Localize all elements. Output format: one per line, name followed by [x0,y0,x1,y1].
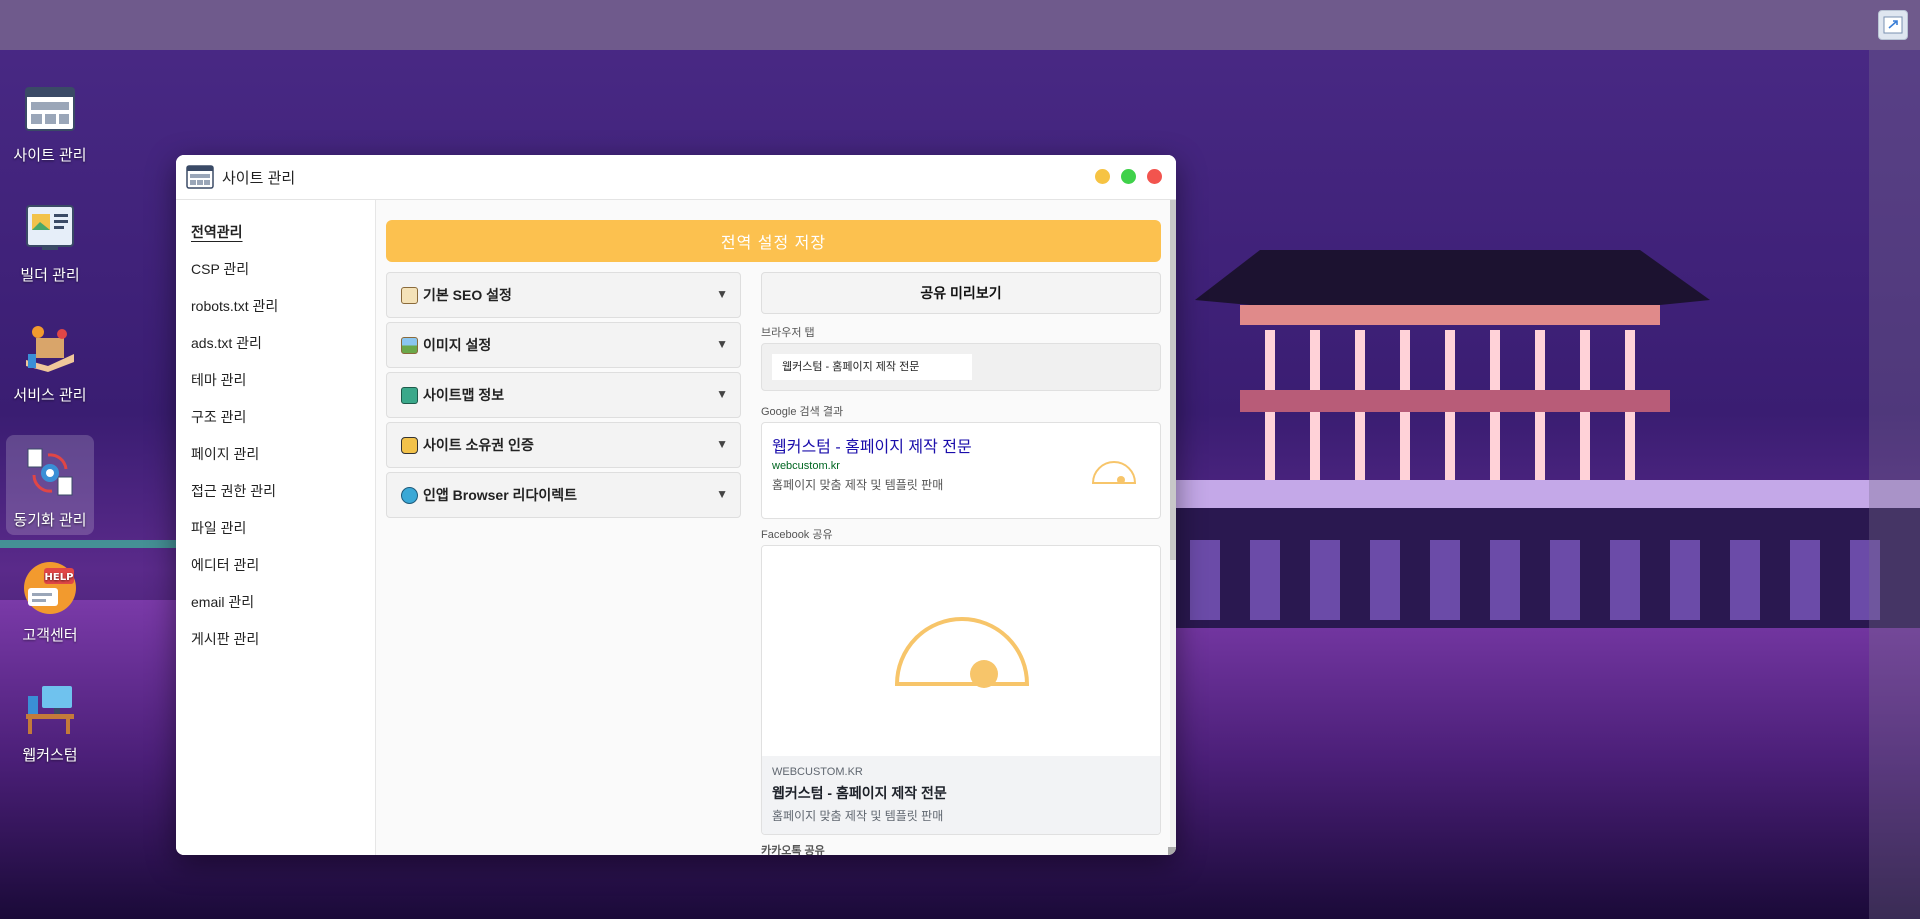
desktop-icon-label: 고객센터 [22,627,78,644]
google-result-label: Google 검색 결과 [761,406,844,418]
desktop-icon-label: 빌더 관리 [20,267,80,284]
sidebar-item-access[interactable]: 접근 권한 관리 [176,481,375,518]
accordion-image-settings[interactable]: 이미지 설정 ▼ [386,322,741,368]
facebook-share-preview: WEBCUSTOM.KR 웹커스텀 - 홈페이지 제작 전문 홈페이지 맞춤 제… [761,545,1161,835]
desktop-icon-label: 웹커스텀 [22,747,78,764]
sidebar: 전역관리 CSP 관리 robots.txt 관리 ads.txt 관리 테마 … [176,200,376,855]
accordion-basic-seo[interactable]: 기본 SEO 설정 ▼ [386,272,741,318]
memo-icon [401,286,418,304]
accordion-site-ownership[interactable]: 사이트 소유권 인증 ▼ [386,422,741,468]
image-placeholder-icon [894,617,1030,688]
close-button[interactable] [1147,169,1162,184]
main-scrollbar[interactable] [1170,200,1176,855]
facebook-domain: WEBCUSTOM.KR [772,766,863,778]
chevron-down-icon: ▼ [716,287,728,301]
map-icon [401,386,418,404]
accordion-label: 사이트 소유권 인증 [423,437,534,453]
browser-tab-preview: 웹커스텀 - 홈페이지 제작 전문 [761,343,1161,391]
chevron-down-icon: ▼ [716,437,728,451]
picture-icon [401,336,418,354]
sidebar-item-board[interactable]: 게시판 관리 [176,629,375,666]
site-management-window: 사이트 관리 전역관리 CSP 관리 robots.txt 관리 ads.txt… [176,155,1176,855]
site-management-icon [25,87,75,131]
desktop-icon-label: 사이트 관리 [13,147,87,164]
builder-icon [26,205,74,250]
sidebar-item-csp[interactable]: CSP 관리 [176,259,375,296]
sidebar-item-structure[interactable]: 구조 관리 [176,407,375,444]
google-result-title: 웹커스텀 - 홈페이지 제작 전문 [772,439,972,456]
scroll-down-arrow[interactable] [1168,847,1176,855]
accordion-label: 이미지 설정 [423,337,492,353]
desktop-icon-builder[interactable]: 빌더 관리 [6,190,94,290]
accordion-sitemap[interactable]: 사이트맵 정보 ▼ [386,372,741,418]
google-result-url: webcustom.kr [772,460,840,472]
desktop-icon-webcustom[interactable]: 웹커스텀 [6,670,94,770]
share-preview-header: 공유 미리보기 [761,272,1161,314]
sidebar-item-theme[interactable]: 테마 관리 [176,370,375,407]
accordion-label: 인앱 Browser 리다이렉트 [423,487,577,503]
workstation-icon [26,686,74,734]
window-title: 사이트 관리 [222,169,296,187]
sync-icon [27,448,73,496]
sidebar-item-ads[interactable]: ads.txt 관리 [176,333,375,370]
desktop-icon-site-management[interactable]: 사이트 관리 [6,70,94,170]
facebook-title: 웹커스텀 - 홈페이지 제작 전문 [772,785,947,801]
site-management-icon [186,165,214,189]
google-result-preview: 웹커스텀 - 홈페이지 제작 전문 webcustom.kr 홈페이지 맞춤 제… [761,422,1161,519]
window-titlebar[interactable]: 사이트 관리 [176,155,1176,200]
accordion-label: 기본 SEO 설정 [423,287,512,303]
facebook-image-placeholder [762,546,1160,756]
chevron-down-icon: ▼ [716,487,728,501]
desktop-icon-label: 서비스 관리 [13,387,87,404]
accordion-label: 사이트맵 정보 [423,387,505,403]
sidebar-item-files[interactable]: 파일 관리 [176,518,375,555]
google-result-desc: 홈페이지 맞춤 제작 및 템플릿 판매 [772,478,944,492]
browser-tab-title: 웹커스텀 - 홈페이지 제작 전문 [772,354,972,380]
desktop-top-bar [0,0,1920,50]
chevron-down-icon: ▼ [716,387,728,401]
lock-icon [401,436,418,454]
desktop-icon-label: 동기화 관리 [13,512,87,529]
desktop-right-strip [1869,50,1920,919]
help-icon: HELP [24,562,76,614]
globe-icon [401,486,418,504]
facebook-desc: 홈페이지 맞춤 제작 및 템플릿 판매 [772,809,944,823]
svg-text:HELP: HELP [45,572,74,583]
save-global-settings-button[interactable]: 전역 설정 저장 [386,220,1161,262]
accordion-inapp-redirect[interactable]: 인앱 Browser 리다이렉트 ▼ [386,472,741,518]
sidebar-item-editor[interactable]: 에디터 관리 [176,555,375,592]
sidebar-item-robots[interactable]: robots.txt 관리 [176,296,375,333]
minimize-button[interactable] [1095,169,1110,184]
expand-icon[interactable] [1878,10,1908,40]
chevron-down-icon: ▼ [716,337,728,351]
facebook-share-label: Facebook 공유 [761,529,833,541]
scrollbar-thumb[interactable] [1170,200,1176,560]
thumbnail-placeholder-icon [1091,461,1137,484]
facebook-card-footer: WEBCUSTOM.KR 웹커스텀 - 홈페이지 제작 전문 홈페이지 맞춤 제… [762,756,1160,834]
desktop-icon-help[interactable]: HELP 고객센터 [6,550,94,650]
sidebar-item-global[interactable]: 전역관리 [176,222,375,259]
browser-tab-label: 브라우저 탭 [761,327,815,339]
desktop-icon-sync[interactable]: 동기화 관리 [6,435,94,535]
desktop-icon-service[interactable]: 서비스 관리 [6,310,94,410]
service-icon [26,326,74,372]
sidebar-item-pages[interactable]: 페이지 관리 [176,444,375,481]
maximize-button[interactable] [1121,169,1136,184]
main-panel: 전역 설정 저장 기본 SEO 설정 ▼ 이미지 설정 ▼ 사이트맵 정보 ▼ … [376,200,1176,855]
sidebar-item-email[interactable]: email 관리 [176,592,375,629]
kakao-share-label: 카카오톡 공유 [761,845,825,855]
